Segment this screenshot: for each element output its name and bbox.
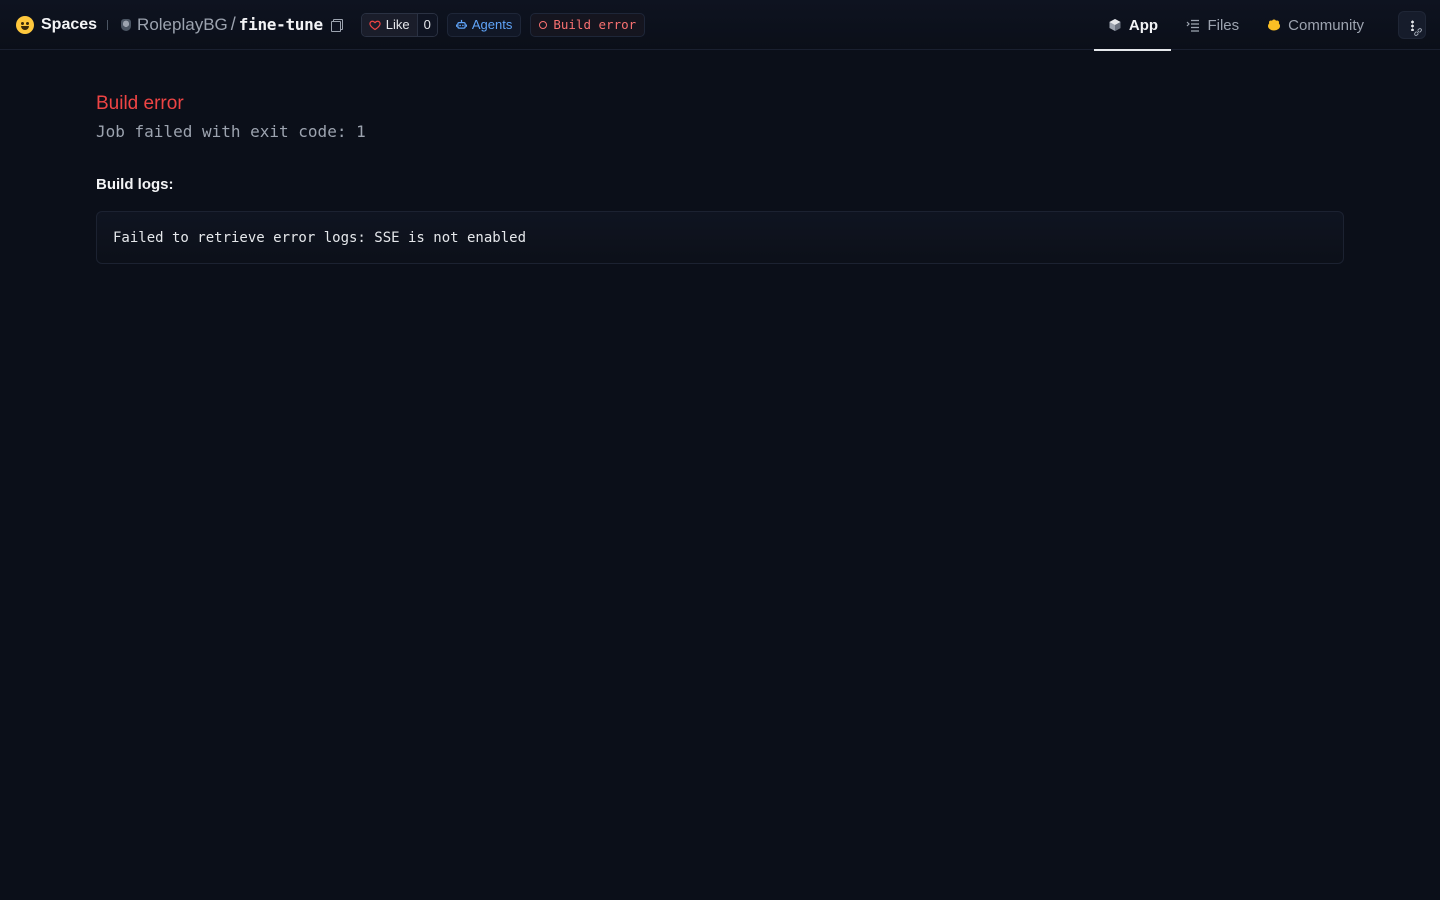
main-content: Build error Job failed with exit code: 1… (0, 50, 1440, 264)
spaces-link[interactable]: Spaces (41, 16, 97, 34)
more-options-button[interactable] (1398, 11, 1426, 39)
breadcrumb: Spaces RoleplayBG / fine-tune Like 0 Age… (0, 0, 646, 49)
community-icon (1268, 19, 1281, 31)
copy-icon[interactable] (330, 18, 344, 32)
robot-icon (455, 19, 467, 29)
cube-icon (1109, 19, 1121, 31)
build-logs-heading: Build logs: (96, 176, 174, 193)
status-badge[interactable]: Build error (530, 12, 646, 37)
like-widget: Like 0 (360, 12, 438, 37)
repo-name-link[interactable]: fine-tune (239, 15, 323, 34)
divider (107, 19, 109, 30)
owner-avatar[interactable] (121, 18, 132, 31)
huggingface-logo-icon[interactable] (16, 15, 34, 34)
owner-link[interactable]: RoleplayBG (137, 15, 228, 35)
link-icon (1414, 28, 1422, 36)
agents-button[interactable]: Agents (446, 12, 522, 37)
like-count[interactable]: 0 (417, 13, 437, 36)
build-logs-panel[interactable]: Failed to retrieve error logs: SSE is no… (96, 211, 1344, 264)
like-button[interactable]: Like (361, 13, 418, 36)
like-label: Like (385, 17, 410, 32)
build-logs-text: Failed to retrieve error logs: SSE is no… (113, 229, 527, 246)
tab-community-label: Community (1288, 16, 1364, 34)
error-status-icon (539, 20, 548, 29)
tab-files-label: Files (1207, 16, 1240, 34)
tab-community[interactable]: Community (1253, 0, 1378, 50)
tab-app-label: App (1128, 16, 1159, 34)
heart-icon (369, 20, 381, 30)
status-label: Build error (553, 17, 637, 32)
files-icon (1187, 19, 1200, 32)
error-message: Job failed with exit code: 1 (96, 122, 366, 141)
path-separator: / (230, 14, 236, 34)
error-title: Build error (96, 93, 184, 114)
tab-app[interactable]: App (1094, 0, 1172, 51)
agents-label: Agents (471, 17, 513, 32)
top-bar: Spaces RoleplayBG / fine-tune Like 0 Age… (0, 0, 1440, 51)
tab-files[interactable]: Files (1172, 0, 1253, 50)
space-nav: App Files Community (1094, 0, 1440, 51)
